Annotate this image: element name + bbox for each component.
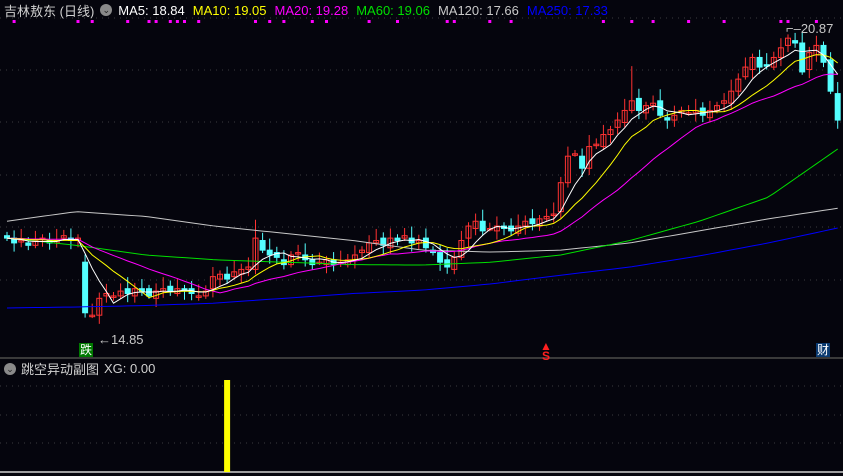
candle-down xyxy=(664,117,671,121)
high-price-label: ⌐–20.87 xyxy=(786,21,834,36)
signal-dot xyxy=(268,20,272,23)
ma20-line xyxy=(6,73,838,294)
ma120-line xyxy=(6,207,838,253)
candle-down xyxy=(124,288,131,295)
candle-down xyxy=(444,259,451,268)
candle-down xyxy=(579,155,586,169)
signal-dot xyxy=(488,20,492,23)
signal-dot xyxy=(183,20,186,23)
signal-dot xyxy=(154,20,158,23)
signal-dot xyxy=(175,20,179,23)
signal-dot xyxy=(168,20,172,23)
candle-down xyxy=(635,97,642,111)
candle-down xyxy=(167,285,174,292)
xg-bar xyxy=(224,380,231,472)
signal-dot xyxy=(12,20,16,23)
signal-dot xyxy=(509,20,513,23)
candle-down xyxy=(479,220,486,232)
candle-down xyxy=(529,218,536,225)
candle-down xyxy=(834,93,841,121)
signal-dot xyxy=(651,20,655,23)
signal-dot xyxy=(147,20,151,23)
signal-dot xyxy=(722,20,726,23)
drop-tag: 跌 xyxy=(79,343,94,357)
candle-down xyxy=(259,240,266,251)
candle-down xyxy=(799,42,806,73)
candle-down xyxy=(792,40,799,44)
kline-chart[interactable] xyxy=(0,0,843,476)
signal-dot xyxy=(310,20,314,23)
candle-down xyxy=(224,273,231,280)
candle-down xyxy=(756,56,763,68)
sub-panel-header: ⌄ 跳空异动副图 XG: 0.00 xyxy=(4,359,155,378)
candle-down xyxy=(82,261,89,314)
candle-down xyxy=(394,237,401,242)
signal-dot xyxy=(779,20,783,23)
signal-dot xyxy=(445,20,449,23)
signal-dot xyxy=(90,20,94,23)
candle-down xyxy=(25,242,32,246)
sub-panel-title: 跳空异动副图 xyxy=(21,362,100,377)
candle-down xyxy=(437,252,444,263)
signal-dot xyxy=(254,20,257,23)
ma10-line xyxy=(6,54,839,299)
signal-dot xyxy=(601,20,605,23)
signal-dot xyxy=(367,20,371,23)
signal-dot xyxy=(282,20,286,23)
finance-tag[interactable]: 财 xyxy=(816,343,831,357)
signal-dot xyxy=(325,20,328,23)
xg-value: XG: 0.00 xyxy=(104,361,156,376)
signal-dot xyxy=(396,20,399,23)
signal-dot xyxy=(630,20,634,23)
signal-dot xyxy=(197,20,201,23)
sell-tag: ▲ S xyxy=(540,339,552,363)
chevron-down-icon[interactable]: ⌄ xyxy=(4,362,16,375)
low-price-label: ←14.85 xyxy=(98,332,144,347)
signal-dot xyxy=(76,20,80,23)
ma60-line xyxy=(6,148,838,266)
signal-dot xyxy=(126,20,130,23)
candle-down xyxy=(309,259,316,266)
signal-dot xyxy=(687,20,691,23)
candle-down xyxy=(266,249,273,256)
signal-dot xyxy=(452,20,456,23)
ma250-line xyxy=(6,227,838,309)
